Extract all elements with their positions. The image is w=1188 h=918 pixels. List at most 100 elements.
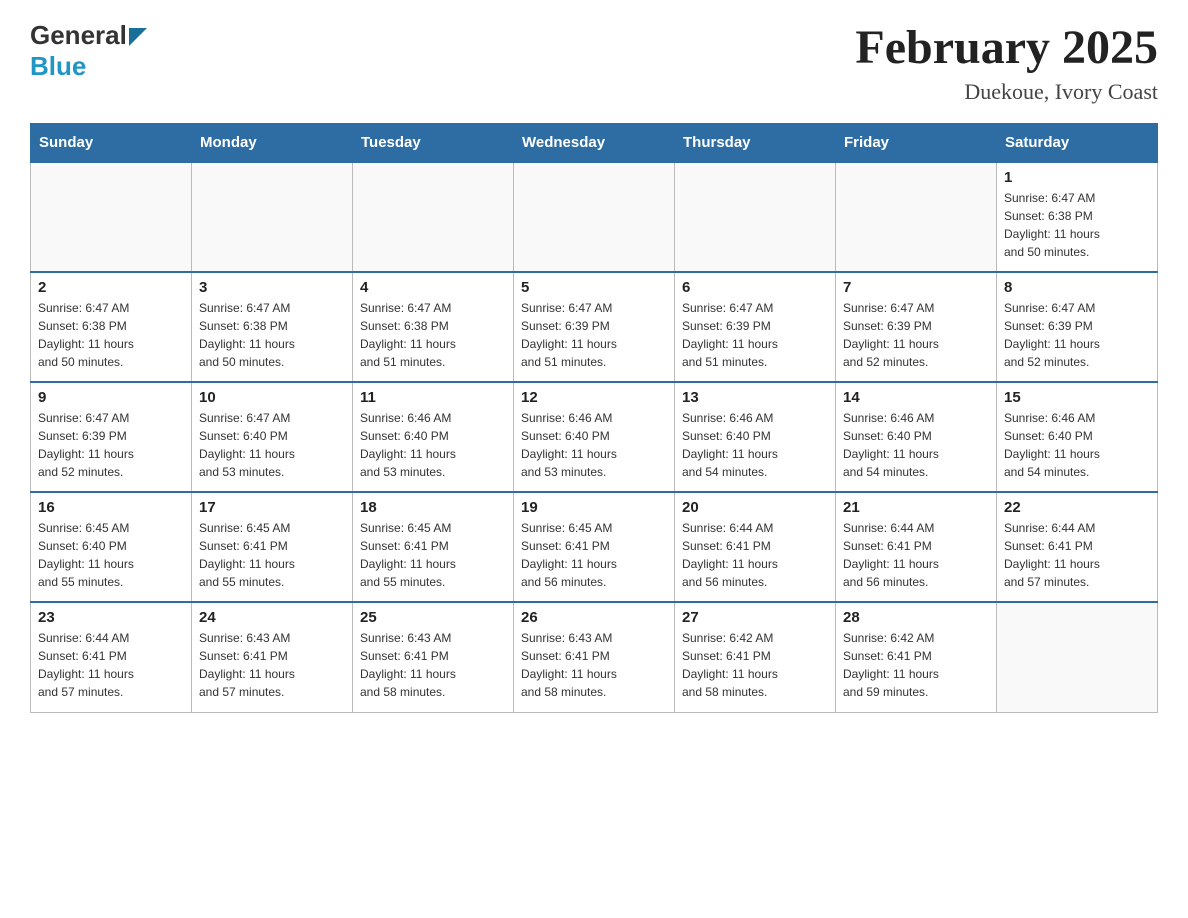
- logo: General Blue: [30, 20, 147, 82]
- day-number: 15: [1004, 389, 1150, 406]
- day-number: 9: [38, 389, 184, 406]
- day-number: 23: [38, 609, 184, 626]
- calendar-day: 26 Sunrise: 6:43 AM Sunset: 6:41 PM Dayli…: [514, 602, 675, 712]
- calendar-day: [836, 162, 997, 272]
- calendar-day: 12Sunrise: 6:46 AM Sunset: 6:40 PM Dayli…: [514, 382, 675, 492]
- day-number: 20: [682, 499, 828, 516]
- calendar-day: 6 Sunrise: 6:47 AM Sunset: 6:39 PM Daylig…: [675, 272, 836, 382]
- day-info: Sunrise: 6:47 AM Sunset: 6:39 PM Dayligh…: [843, 299, 989, 371]
- day-number: 28: [843, 609, 989, 626]
- day-info: Sunrise: 6:44 AM Sunset: 6:41 PM Dayligh…: [38, 629, 184, 701]
- title-block: February 2025 Duekoue, Ivory Coast: [855, 20, 1158, 105]
- calendar-day: 1 Sunrise: 6:47 AM Sunset: 6:38 PM Daylig…: [997, 162, 1158, 272]
- calendar-day: [675, 162, 836, 272]
- day-info: Sunrise: 6:44 AM Sunset: 6:41 PM Dayligh…: [1004, 519, 1150, 591]
- calendar-day: 19 Sunrise: 6:45 AM Sunset: 6:41 PM Dayli…: [514, 492, 675, 602]
- calendar-day: 14 Sunrise: 6:46 AM Sunset: 6:40 PM Dayli…: [836, 382, 997, 492]
- day-info: Sunrise: 6:46 AM Sunset: 6:40 PM Dayligh…: [843, 409, 989, 481]
- day-number: 1: [1004, 169, 1150, 186]
- week-row: 16Sunrise: 6:45 AM Sunset: 6:40 PM Dayli…: [31, 492, 1158, 602]
- page-title: February 2025: [855, 20, 1158, 75]
- day-number: 8: [1004, 279, 1150, 296]
- day-number: 4: [360, 279, 506, 296]
- day-number: 10: [199, 389, 345, 406]
- day-info: Sunrise: 6:45 AM Sunset: 6:40 PM Dayligh…: [38, 519, 184, 591]
- day-info: Sunrise: 6:47 AM Sunset: 6:39 PM Dayligh…: [682, 299, 828, 371]
- calendar-day: 24 Sunrise: 6:43 AM Sunset: 6:41 PM Dayli…: [192, 602, 353, 712]
- calendar-day: [514, 162, 675, 272]
- calendar-day: 3 Sunrise: 6:47 AM Sunset: 6:38 PM Daylig…: [192, 272, 353, 382]
- calendar-day: 23 Sunrise: 6:44 AM Sunset: 6:41 PM Dayli…: [31, 602, 192, 712]
- day-info: Sunrise: 6:43 AM Sunset: 6:41 PM Dayligh…: [521, 629, 667, 701]
- day-number: 22: [1004, 499, 1150, 516]
- calendar-day: 17 Sunrise: 6:45 AM Sunset: 6:41 PM Dayli…: [192, 492, 353, 602]
- day-number: 27: [682, 609, 828, 626]
- calendar-header-monday: Monday: [192, 124, 353, 163]
- calendar-header-row: SundayMondayTuesdayWednesdayThursdayFrid…: [31, 124, 1158, 163]
- calendar-day: 16Sunrise: 6:45 AM Sunset: 6:40 PM Dayli…: [31, 492, 192, 602]
- day-number: 19: [521, 499, 667, 516]
- calendar-day: 4 Sunrise: 6:47 AM Sunset: 6:38 PM Daylig…: [353, 272, 514, 382]
- calendar-day: [31, 162, 192, 272]
- calendar-table: SundayMondayTuesdayWednesdayThursdayFrid…: [30, 123, 1158, 713]
- day-info: Sunrise: 6:42 AM Sunset: 6:41 PM Dayligh…: [843, 629, 989, 701]
- calendar-day: 22 Sunrise: 6:44 AM Sunset: 6:41 PM Dayli…: [997, 492, 1158, 602]
- day-info: Sunrise: 6:47 AM Sunset: 6:40 PM Dayligh…: [199, 409, 345, 481]
- calendar-header-sunday: Sunday: [31, 124, 192, 163]
- day-number: 13: [682, 389, 828, 406]
- day-number: 7: [843, 279, 989, 296]
- page-subtitle: Duekoue, Ivory Coast: [855, 79, 1158, 105]
- calendar-day: 28 Sunrise: 6:42 AM Sunset: 6:41 PM Dayli…: [836, 602, 997, 712]
- day-info: Sunrise: 6:47 AM Sunset: 6:38 PM Dayligh…: [360, 299, 506, 371]
- day-number: 11: [360, 389, 506, 406]
- day-number: 24: [199, 609, 345, 626]
- calendar-header-wednesday: Wednesday: [514, 124, 675, 163]
- day-number: 5: [521, 279, 667, 296]
- day-info: Sunrise: 6:46 AM Sunset: 6:40 PM Dayligh…: [682, 409, 828, 481]
- calendar-day: [192, 162, 353, 272]
- calendar-day: 20Sunrise: 6:44 AM Sunset: 6:41 PM Dayli…: [675, 492, 836, 602]
- calendar-day: 9 Sunrise: 6:47 AM Sunset: 6:39 PM Daylig…: [31, 382, 192, 492]
- day-number: 6: [682, 279, 828, 296]
- week-row: 23 Sunrise: 6:44 AM Sunset: 6:41 PM Dayli…: [31, 602, 1158, 712]
- day-number: 26: [521, 609, 667, 626]
- day-info: Sunrise: 6:45 AM Sunset: 6:41 PM Dayligh…: [199, 519, 345, 591]
- calendar-header-friday: Friday: [836, 124, 997, 163]
- day-number: 3: [199, 279, 345, 296]
- day-info: Sunrise: 6:47 AM Sunset: 6:38 PM Dayligh…: [1004, 189, 1150, 261]
- logo-text-general: General: [30, 20, 127, 51]
- calendar-day: 18 Sunrise: 6:45 AM Sunset: 6:41 PM Dayli…: [353, 492, 514, 602]
- logo-text-blue: Blue: [30, 51, 86, 81]
- calendar-day: 21 Sunrise: 6:44 AM Sunset: 6:41 PM Dayli…: [836, 492, 997, 602]
- calendar-day: 11 Sunrise: 6:46 AM Sunset: 6:40 PM Dayli…: [353, 382, 514, 492]
- day-info: Sunrise: 6:47 AM Sunset: 6:38 PM Dayligh…: [199, 299, 345, 371]
- week-row: 9 Sunrise: 6:47 AM Sunset: 6:39 PM Daylig…: [31, 382, 1158, 492]
- day-info: Sunrise: 6:43 AM Sunset: 6:41 PM Dayligh…: [360, 629, 506, 701]
- logo-arrow-icon: [129, 28, 147, 46]
- day-number: 21: [843, 499, 989, 516]
- day-number: 12: [521, 389, 667, 406]
- day-number: 14: [843, 389, 989, 406]
- day-number: 18: [360, 499, 506, 516]
- week-row: 2 Sunrise: 6:47 AM Sunset: 6:38 PM Daylig…: [31, 272, 1158, 382]
- day-number: 2: [38, 279, 184, 296]
- calendar-day: 10 Sunrise: 6:47 AM Sunset: 6:40 PM Dayli…: [192, 382, 353, 492]
- calendar-day: [997, 602, 1158, 712]
- calendar-day: 15Sunrise: 6:46 AM Sunset: 6:40 PM Dayli…: [997, 382, 1158, 492]
- day-info: Sunrise: 6:44 AM Sunset: 6:41 PM Dayligh…: [843, 519, 989, 591]
- calendar-day: 13 Sunrise: 6:46 AM Sunset: 6:40 PM Dayli…: [675, 382, 836, 492]
- day-info: Sunrise: 6:47 AM Sunset: 6:39 PM Dayligh…: [38, 409, 184, 481]
- calendar-day: 7 Sunrise: 6:47 AM Sunset: 6:39 PM Daylig…: [836, 272, 997, 382]
- day-info: Sunrise: 6:42 AM Sunset: 6:41 PM Dayligh…: [682, 629, 828, 701]
- day-info: Sunrise: 6:43 AM Sunset: 6:41 PM Dayligh…: [199, 629, 345, 701]
- day-number: 17: [199, 499, 345, 516]
- calendar-day: 25 Sunrise: 6:43 AM Sunset: 6:41 PM Dayli…: [353, 602, 514, 712]
- day-number: 25: [360, 609, 506, 626]
- day-info: Sunrise: 6:46 AM Sunset: 6:40 PM Dayligh…: [360, 409, 506, 481]
- calendar-header-saturday: Saturday: [997, 124, 1158, 163]
- day-info: Sunrise: 6:45 AM Sunset: 6:41 PM Dayligh…: [360, 519, 506, 591]
- calendar-header-thursday: Thursday: [675, 124, 836, 163]
- calendar-header-tuesday: Tuesday: [353, 124, 514, 163]
- calendar-day: 5Sunrise: 6:47 AM Sunset: 6:39 PM Daylig…: [514, 272, 675, 382]
- day-info: Sunrise: 6:45 AM Sunset: 6:41 PM Dayligh…: [521, 519, 667, 591]
